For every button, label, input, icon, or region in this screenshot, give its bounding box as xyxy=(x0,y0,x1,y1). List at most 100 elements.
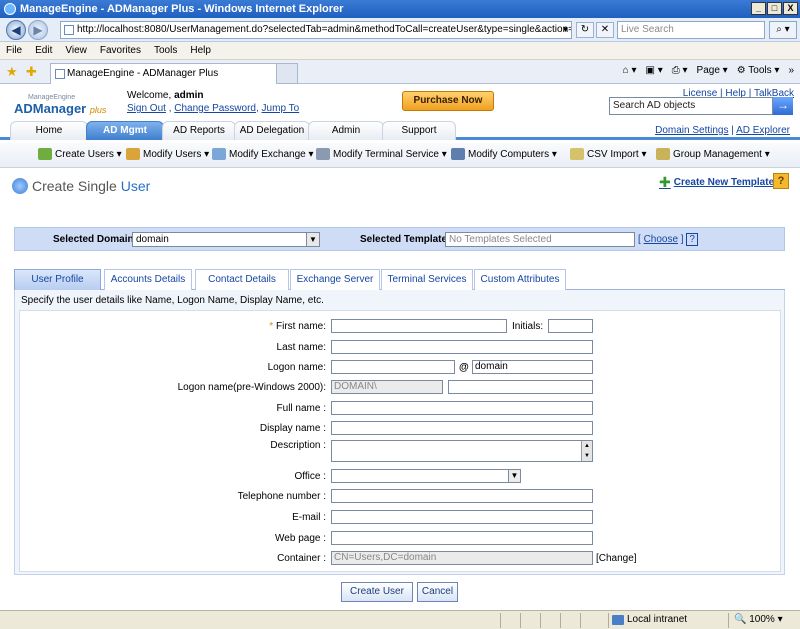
office-select[interactable]: ▼ xyxy=(331,469,521,483)
telephone-input[interactable] xyxy=(331,489,593,503)
email-input[interactable] xyxy=(331,510,593,524)
csv-import-menu[interactable]: CSV Import ▾ xyxy=(570,148,647,160)
sign-out-link[interactable]: Sign Out xyxy=(127,103,166,114)
choose-link[interactable]: Choose xyxy=(644,234,678,245)
search-icon[interactable]: ⌕ ▾ xyxy=(769,21,797,39)
username: admin xyxy=(174,90,204,101)
ad-explorer-link[interactable]: AD Explorer xyxy=(736,125,790,136)
logon-domain-field[interactable]: domain xyxy=(472,360,593,374)
selected-template-label: Selected Template: xyxy=(360,234,451,245)
more-icon[interactable]: » xyxy=(788,65,794,76)
terminal-service-icon xyxy=(316,148,330,160)
full-name-input[interactable] xyxy=(331,401,593,415)
tab-support[interactable]: Support xyxy=(382,121,456,140)
window-title: ManageEngine - ADManager Plus - Windows … xyxy=(20,3,344,15)
modify-users-icon xyxy=(126,148,140,160)
tab-user-profile[interactable]: User Profile xyxy=(14,269,101,290)
close-button[interactable]: X xyxy=(783,2,798,15)
pre-windows-2000-input[interactable] xyxy=(448,380,593,394)
computer-icon xyxy=(451,148,465,160)
new-tab-button[interactable] xyxy=(276,63,298,84)
zoom-control[interactable]: 🔍 100% ▾ xyxy=(734,614,783,625)
url-dropdown-icon[interactable]: ▼ xyxy=(560,23,571,37)
initials-input[interactable] xyxy=(548,319,593,333)
menu-favorites[interactable]: Favorites xyxy=(100,45,141,56)
address-bar: ◀ ▶ http://localhost:8080/UserManagement… xyxy=(0,18,800,42)
refresh-icon[interactable]: ↻ xyxy=(576,22,594,38)
menu-edit[interactable]: Edit xyxy=(35,45,52,56)
group-management-menu[interactable]: Group Management ▾ xyxy=(656,148,770,160)
ad-search-go-icon[interactable]: → xyxy=(773,97,793,115)
domain-select[interactable]: domain ▼ xyxy=(132,232,320,247)
tab-exchange-server[interactable]: Exchange Server xyxy=(290,269,380,290)
chevron-down-icon: ▼ xyxy=(306,233,319,246)
status-bar: Local intranet 🔍 100% ▾ xyxy=(0,610,800,629)
jump-to-link[interactable]: Jump To xyxy=(262,103,300,114)
menu-view[interactable]: View xyxy=(65,45,87,56)
minimize-button[interactable]: _ xyxy=(751,2,766,15)
display-name-input[interactable] xyxy=(331,421,593,435)
first-name-label: * First name: xyxy=(269,321,326,332)
intranet-icon xyxy=(612,614,624,625)
modify-exchange-menu[interactable]: Modify Exchange ▾ xyxy=(212,148,314,160)
domain-selection-bar: Selected Domain: domain ▼ Selected Templ… xyxy=(14,227,785,251)
url-text: http://localhost:8080/UserManagement.do?… xyxy=(77,24,572,35)
last-name-input[interactable] xyxy=(331,340,593,354)
create-new-template-link[interactable]: ✚ Create New Template xyxy=(659,174,774,191)
live-search-input[interactable]: Live Search xyxy=(617,21,765,39)
change-password-link[interactable]: Change Password xyxy=(174,103,256,114)
change-container-link[interactable]: [Change] xyxy=(596,553,637,564)
maximize-button[interactable]: □ xyxy=(767,2,782,15)
tab-accounts-details[interactable]: Accounts Details xyxy=(104,269,192,290)
stop-icon[interactable]: ✕ xyxy=(596,22,614,38)
create-users-menu[interactable]: Create Users ▾ xyxy=(38,148,122,160)
create-user-button[interactable]: Create User xyxy=(341,582,413,602)
tab-admin[interactable]: Admin xyxy=(308,121,384,140)
selected-domain-label: Selected Domain: xyxy=(53,234,137,245)
feeds-icon[interactable]: ▣ ▾ xyxy=(645,65,662,76)
back-icon[interactable]: ◀ xyxy=(6,20,26,40)
tab-custom-attributes[interactable]: Custom Attributes xyxy=(474,269,566,290)
scrollbar[interactable]: ▲ ▼ xyxy=(581,441,592,461)
domain-settings-link[interactable]: Domain Settings xyxy=(655,125,728,136)
office-label: Office : xyxy=(294,471,327,482)
menu-tools[interactable]: Tools xyxy=(154,45,177,56)
tab-contact-details[interactable]: Contact Details xyxy=(195,269,289,290)
add-favorite-icon[interactable]: ✚ xyxy=(26,64,37,80)
modify-users-menu[interactable]: Modify Users ▾ xyxy=(126,148,209,160)
help-icon[interactable]: ? xyxy=(773,173,789,189)
purchase-now-button[interactable]: Purchase Now xyxy=(402,91,494,111)
sub-menu: Create Users ▾ Modify Users ▾ Modify Exc… xyxy=(0,143,800,168)
security-zone: Local intranet xyxy=(612,614,687,625)
tab-ad-mgmt[interactable]: AD Mgmt xyxy=(86,121,164,140)
ie-logo-icon xyxy=(4,3,16,15)
web-page-label: Web page : xyxy=(275,533,326,544)
menu-help[interactable]: Help xyxy=(190,45,211,56)
display-name-label: Display name : xyxy=(259,423,326,434)
description-textarea[interactable]: ▲ ▼ xyxy=(331,440,593,462)
home-icon[interactable]: ⌂ ▾ xyxy=(623,65,637,76)
url-input[interactable]: http://localhost:8080/UserManagement.do?… xyxy=(60,21,572,39)
info-icon[interactable]: ? xyxy=(686,233,698,246)
tab-home[interactable]: Home xyxy=(10,121,88,140)
forward-icon[interactable]: ▶ xyxy=(28,20,48,40)
page-title: Create Single User xyxy=(12,178,150,194)
user-icon xyxy=(12,178,28,194)
first-name-input[interactable] xyxy=(331,319,507,333)
tab-ad-reports[interactable]: AD Reports xyxy=(162,121,236,140)
print-icon[interactable]: ⎙ ▾ xyxy=(672,65,688,76)
favorites-star-icon[interactable]: ★ xyxy=(6,64,18,80)
web-page-input[interactable] xyxy=(331,531,593,545)
page-menu[interactable]: Page ▾ xyxy=(697,65,728,76)
browser-tab[interactable]: ManageEngine - ADManager Plus xyxy=(50,63,298,84)
cancel-button[interactable]: Cancel xyxy=(417,582,458,602)
tools-menu[interactable]: ⚙ Tools ▾ xyxy=(737,65,780,76)
tab-ad-delegation[interactable]: AD Delegation xyxy=(234,121,310,140)
modify-terminal-service-menu[interactable]: Modify Terminal Service ▾ xyxy=(316,148,447,160)
modify-computers-menu[interactable]: Modify Computers ▾ xyxy=(451,148,557,160)
welcome-text: Welcome, admin xyxy=(127,90,204,101)
tab-terminal-services[interactable]: Terminal Services xyxy=(381,269,473,290)
logon-name-input[interactable] xyxy=(331,360,455,374)
menu-file[interactable]: File xyxy=(6,45,22,56)
ad-search-input[interactable]: Search AD objects xyxy=(609,97,773,115)
